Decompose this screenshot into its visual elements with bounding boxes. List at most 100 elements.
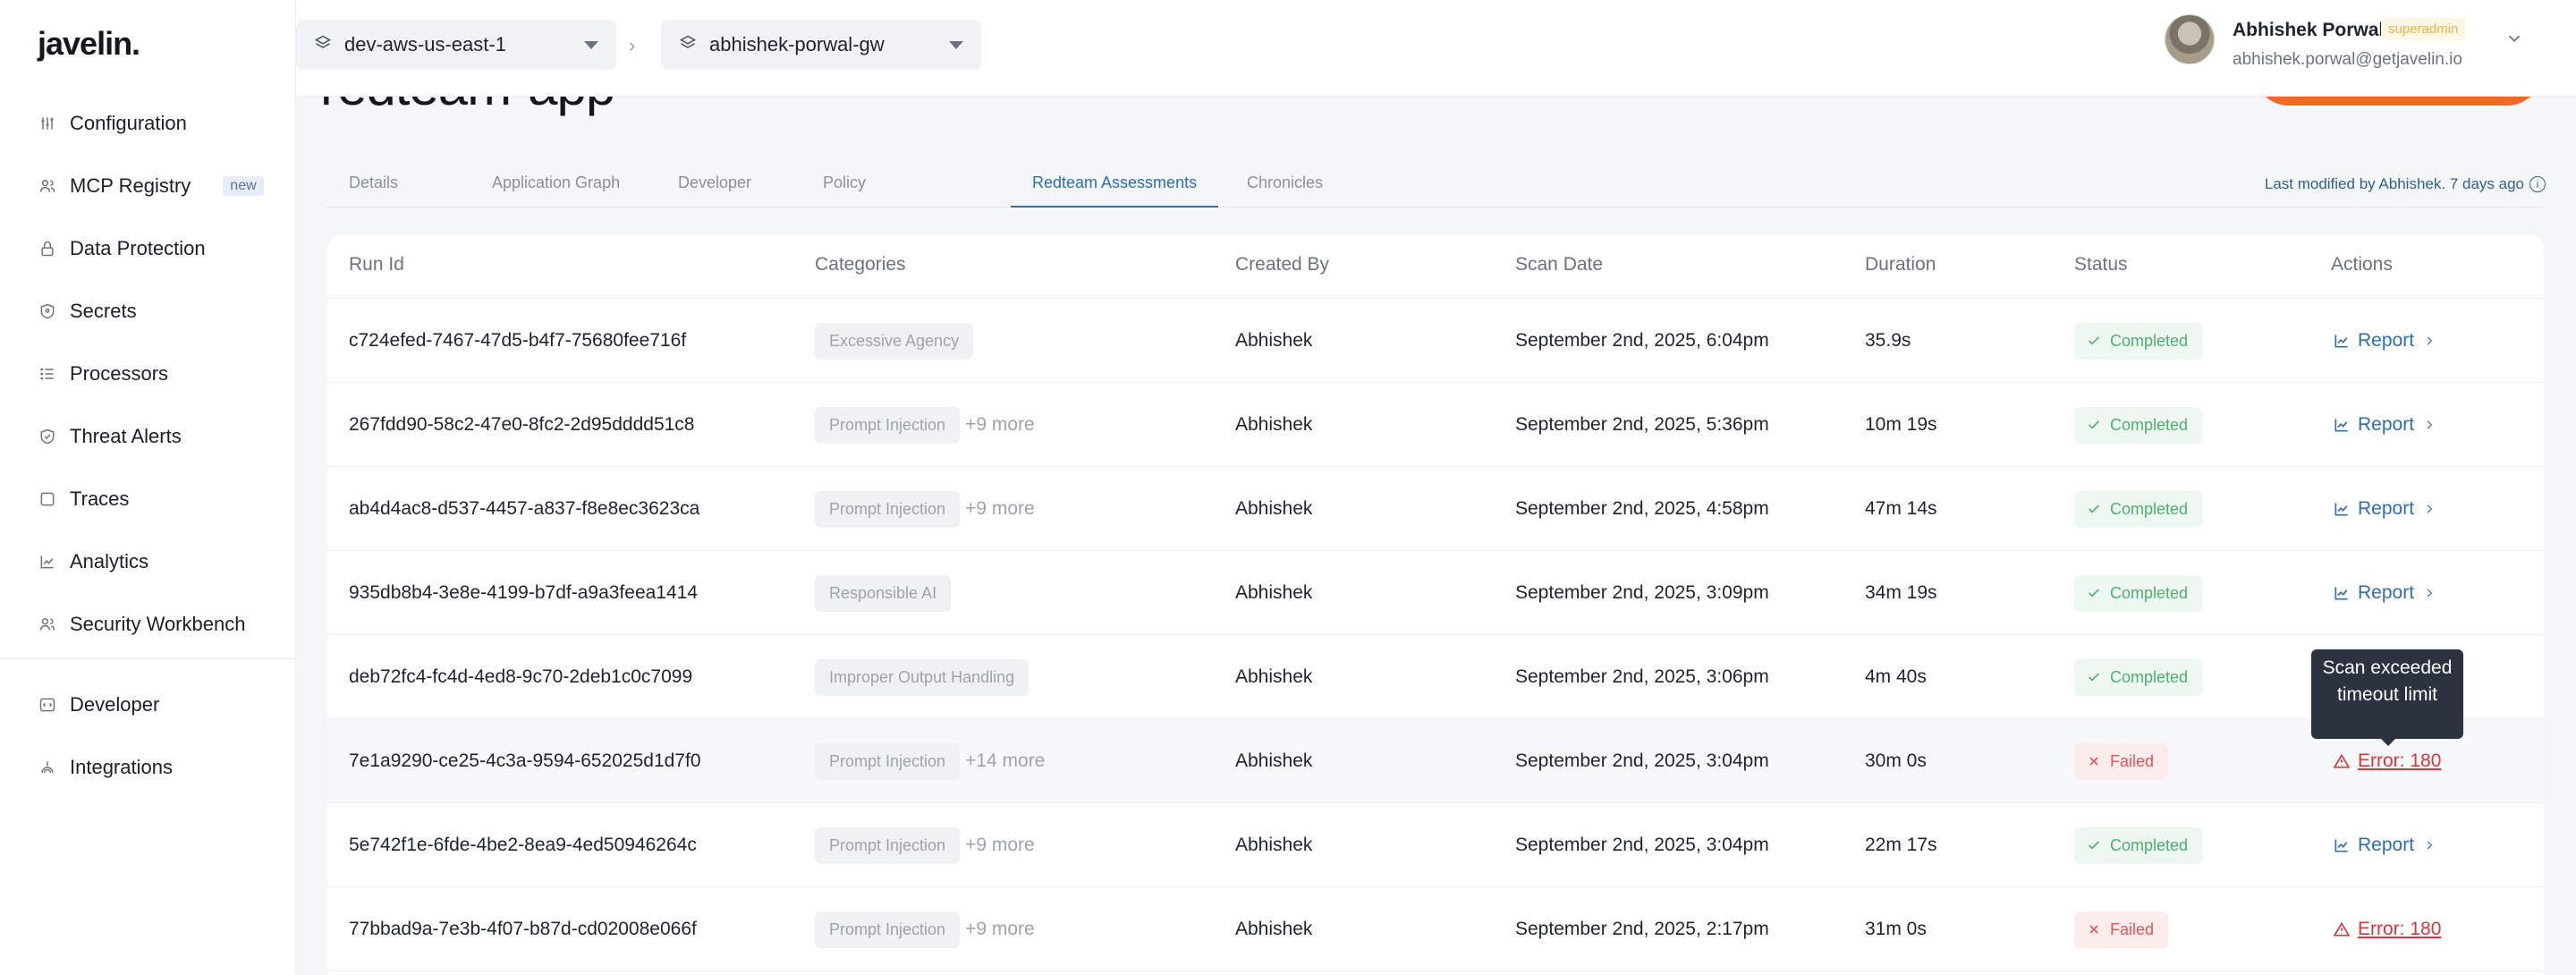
- tab-bar: Details Application Graph Developer Policy R…: [327, 166, 2546, 208]
- table-row[interactable]: 935db8b4-3e8e-4199-b7df-a9a3feea1414 Resp…: [327, 551, 2544, 635]
- error-link[interactable]: Error: 180: [2333, 750, 2441, 772]
- chevron-right-icon: [2414, 335, 2436, 347]
- status-label: Completed: [2110, 835, 2189, 854]
- report-label: Report: [2358, 414, 2415, 435]
- chevron-down-icon: [949, 40, 963, 49]
- check-icon: [2087, 586, 2110, 600]
- sidebar-item-label: Developer: [70, 693, 160, 716]
- sidebar-divider: [0, 658, 296, 659]
- table-row[interactable]: c724efed-7467-47d5-b4f7-75680fee716f Exce…: [327, 299, 2544, 383]
- report-button[interactable]: Report: [2333, 835, 2436, 856]
- sidebar-item-threat-alerts[interactable]: Threat Alerts: [0, 411, 296, 462]
- report-button[interactable]: Report: [2333, 582, 2436, 604]
- run-id-cell: 7e1a9290-ce25-4c3a-9594-652025d1d7f0: [349, 750, 701, 771]
- column-header-duration: Duration: [1865, 254, 1936, 275]
- users-icon: [38, 615, 57, 634]
- error-label: Error: 180: [2358, 919, 2442, 939]
- report-button[interactable]: Report: [2333, 498, 2436, 520]
- error-link[interactable]: Error: 180: [2333, 919, 2441, 940]
- table-row[interactable]: 77bbad9a-7e3b-4f07-b87d-cd02008e066f Prom…: [327, 887, 2544, 971]
- sidebar-item-secrets[interactable]: Secrets: [0, 286, 296, 336]
- more-categories-link[interactable]: +14 more: [965, 750, 1045, 772]
- table-row[interactable]: deb72fc4-fc4d-4ed8-9c70-2deb1c0c7099 Impr…: [327, 635, 2544, 719]
- status-cell: Completed: [2074, 383, 2203, 467]
- status-badge: Completed: [2074, 827, 2203, 864]
- last-modified-text: Last modified by Abhishek. 7 days ago: [2264, 175, 2524, 192]
- column-header-categories: Categories: [815, 254, 906, 275]
- lock-icon: [38, 239, 57, 259]
- user-menu[interactable]: Abhishek Porwal superadmin abhishek.porw…: [2165, 13, 2576, 84]
- info-icon[interactable]: i: [2529, 176, 2546, 192]
- chart-icon: [2333, 500, 2358, 518]
- sidebar-item-label: Security Workbench: [70, 613, 246, 635]
- sidebar-item-mcp-registry[interactable]: MCP Registry new: [0, 161, 296, 211]
- tab-policy[interactable]: Policy: [801, 166, 887, 208]
- error-label: Error: 180: [2358, 750, 2442, 771]
- sidebar-item-security-workbench[interactable]: Security Workbench: [0, 599, 296, 649]
- more-categories-link[interactable]: +9 more: [965, 919, 1035, 940]
- status-badge: Failed: [2074, 911, 2169, 948]
- sidebar-item-developer[interactable]: Developer: [0, 680, 296, 730]
- sidebar-item-analytics[interactable]: Analytics: [0, 537, 296, 587]
- created-by-cell: Abhishek: [1235, 666, 1313, 687]
- sidebar-item-configuration[interactable]: Configuration: [0, 98, 296, 148]
- scan-date-cell: September 2nd, 2025, 3:06pm: [1515, 666, 1769, 687]
- status-cell: Completed: [2074, 467, 2203, 551]
- tab-chronicles[interactable]: Chronicles: [1225, 166, 1344, 208]
- tab-redteam-assessments[interactable]: Redteam Assessments: [1011, 166, 1219, 208]
- run-id-cell: deb72fc4-fc4d-4ed8-9c70-2deb1c0c7099: [349, 666, 693, 687]
- scan-date-cell: September 2nd, 2025, 3:04pm: [1515, 750, 1769, 771]
- square-icon: [38, 489, 57, 509]
- chevron-down-icon[interactable]: [2504, 29, 2524, 48]
- status-label: Failed: [2110, 751, 2155, 770]
- duration-cell: 47m 14s: [1865, 498, 1937, 519]
- sidebar-item-integrations[interactable]: Integrations: [0, 742, 296, 793]
- avatar: [2165, 14, 2215, 64]
- environment-selector[interactable]: dev-aws-us-east-1: [296, 20, 616, 70]
- actions-cell: Error: 180: [2333, 887, 2441, 971]
- layers-icon: [314, 34, 344, 56]
- status-badge: Completed: [2074, 658, 2203, 696]
- report-button[interactable]: Report: [2333, 414, 2436, 436]
- sidebar-item-data-protection[interactable]: Data Protection: [0, 224, 296, 274]
- check-icon: [2087, 502, 2110, 516]
- tab-details[interactable]: Details: [327, 166, 419, 208]
- tab-developer[interactable]: Developer: [657, 166, 773, 208]
- check-icon: [2087, 670, 2110, 684]
- sidebar-item-processors[interactable]: Processors: [0, 349, 296, 399]
- table-row[interactable]: ab4d4ac8-d537-4457-a837-f8e8ec3623ca Prom…: [327, 467, 2544, 551]
- more-categories-link[interactable]: +9 more: [965, 498, 1035, 520]
- report-label: Report: [2358, 835, 2415, 855]
- gateway-selector[interactable]: abhishek-porwal-gw: [661, 20, 981, 70]
- category-chip: Prompt Injection: [815, 406, 961, 444]
- warning-icon: [2333, 752, 2358, 770]
- check-icon: [2087, 838, 2110, 852]
- categories-cell: Prompt Injection +14 more: [815, 719, 1045, 803]
- actions-cell: Report: [2333, 803, 2436, 887]
- category-chip: Prompt Injection: [815, 742, 961, 780]
- status-label: Failed: [2110, 920, 2155, 938]
- tab-application-graph[interactable]: Application Graph: [470, 166, 641, 208]
- status-label: Completed: [2110, 415, 2189, 434]
- status-cell: Completed: [2074, 803, 2203, 887]
- last-modified: Last modified by Abhishek. 7 days ago i: [2265, 175, 2546, 193]
- table-row[interactable]: 7e1a9290-ce25-4c3a-9594-652025d1d7f0 Prom…: [327, 719, 2544, 803]
- brand-logo[interactable]: javelin.: [38, 25, 140, 63]
- table-row[interactable]: 5e742f1e-6fde-4be2-8ea9-4ed50946264c Prom…: [327, 803, 2544, 887]
- sidebar-item-label: Configuration: [70, 112, 187, 134]
- more-categories-link[interactable]: +9 more: [965, 414, 1035, 436]
- more-categories-link[interactable]: +9 more: [965, 835, 1035, 856]
- duration-cell: 10m 19s: [1865, 414, 1937, 435]
- category-chip: Responsible AI: [815, 574, 952, 612]
- duration-cell: 22m 17s: [1865, 835, 1937, 855]
- run-id-cell: 267fdd90-58c2-47e0-8fc2-2d95dddd51c8: [349, 414, 695, 435]
- report-label: Report: [2358, 582, 2415, 603]
- report-button[interactable]: Report: [2333, 330, 2436, 352]
- sidebar-item-label: Threat Alerts: [70, 425, 182, 447]
- close-icon: [2087, 754, 2110, 768]
- column-header-scan-date: Scan Date: [1515, 254, 1604, 275]
- table-row[interactable]: 267fdd90-58c2-47e0-8fc2-2d95dddd51c8 Prom…: [327, 383, 2544, 467]
- scan-date-cell: September 2nd, 2025, 4:58pm: [1515, 498, 1769, 519]
- scan-date-cell: September 2nd, 2025, 2:17pm: [1515, 919, 1769, 939]
- sidebar-item-traces[interactable]: Traces: [0, 474, 296, 524]
